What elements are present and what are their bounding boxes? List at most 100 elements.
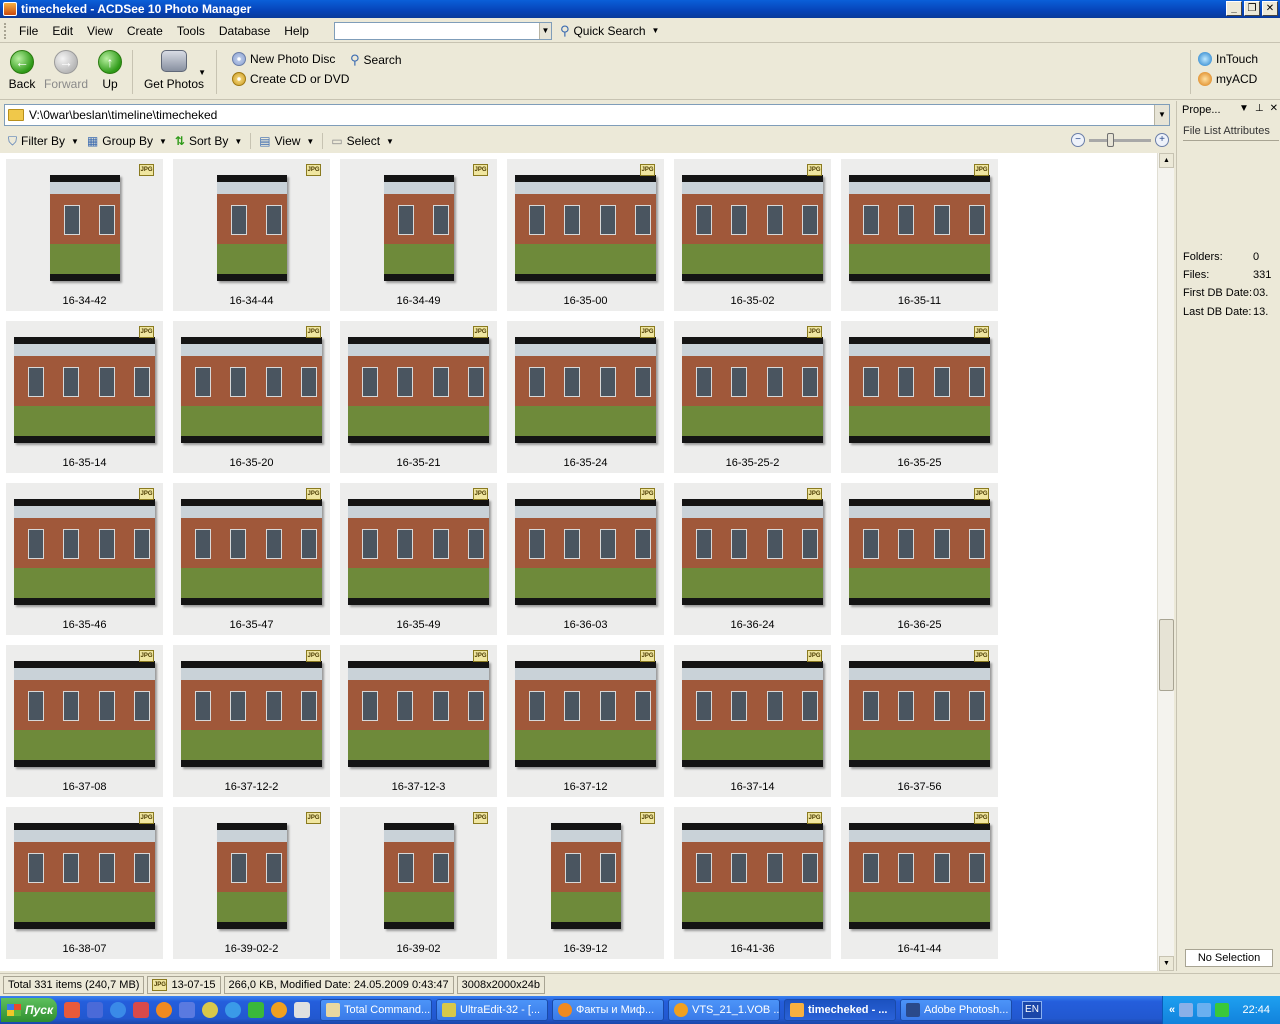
no-selection-tab[interactable]: No Selection bbox=[1185, 949, 1273, 967]
tray-monitor-icon[interactable] bbox=[1197, 1003, 1212, 1017]
filter-by-button[interactable]: ⛉ Filter By ▼ bbox=[8, 134, 79, 149]
zoom-slider[interactable] bbox=[1089, 132, 1151, 147]
sort-by-button[interactable]: ⇅ Sort By ▼ bbox=[175, 134, 242, 148]
taskbar-button[interactable]: Факты и Миф... bbox=[552, 999, 664, 1021]
scrollbar-thumb[interactable] bbox=[1159, 619, 1174, 691]
quick-search-input[interactable]: ▼ bbox=[333, 21, 552, 40]
thumbnail-item[interactable]: JPG 16-35-24 bbox=[507, 321, 664, 473]
thumbnail-item[interactable]: JPG 16-38-07 bbox=[6, 807, 163, 959]
intouch-button[interactable]: InTouch bbox=[1198, 52, 1258, 66]
quicklaunch-media-icon[interactable] bbox=[110, 1002, 126, 1018]
thumbnail-item[interactable]: JPG 16-37-12 bbox=[507, 645, 664, 797]
minimize-button[interactable]: _ bbox=[1226, 1, 1242, 16]
thumbnail-item[interactable]: JPG 16-39-12 bbox=[507, 807, 664, 959]
quick-search-dropdown-icon[interactable]: ▼ bbox=[538, 22, 551, 39]
thumbnail-label: 16-34-42 bbox=[62, 295, 107, 307]
thumbnail-item[interactable]: JPG 16-37-12-3 bbox=[340, 645, 497, 797]
menu-create[interactable]: Create bbox=[120, 24, 170, 38]
scroll-up-arrow-icon[interactable]: ▲ bbox=[1159, 153, 1174, 168]
menu-view[interactable]: View bbox=[80, 24, 120, 38]
thumbnail-item[interactable]: JPG 16-41-36 bbox=[674, 807, 831, 959]
view-mode-button[interactable]: ▤ View ▼ bbox=[259, 134, 314, 148]
thumbnail-label: 16-41-36 bbox=[730, 943, 775, 955]
create-cd-button[interactable]: Create CD or DVD bbox=[232, 72, 349, 86]
thumbnail-item[interactable]: JPG 16-35-00 bbox=[507, 159, 664, 311]
quicklaunch-doc-icon[interactable] bbox=[294, 1002, 310, 1018]
path-dropdown-icon[interactable]: ▼ bbox=[1154, 105, 1169, 125]
thumbnail-item[interactable]: JPG 16-37-56 bbox=[841, 645, 998, 797]
get-photos-button[interactable]: Get Photos ▼ bbox=[142, 50, 206, 91]
zoom-out-icon[interactable]: − bbox=[1071, 133, 1085, 147]
quicklaunch-ue-icon[interactable] bbox=[202, 1002, 218, 1018]
taskbar-button[interactable]: VTS_21_1.VOB ... bbox=[668, 999, 780, 1021]
close-button[interactable]: ✕ bbox=[1262, 1, 1278, 16]
myacd-button[interactable]: myACD bbox=[1198, 72, 1257, 86]
group-by-button[interactable]: ▦ Group By ▼ bbox=[87, 134, 167, 148]
up-button[interactable]: ↑ Up bbox=[94, 50, 126, 91]
thumbnail-item[interactable]: JPG 16-36-24 bbox=[674, 483, 831, 635]
thumbnail-item[interactable]: JPG 16-35-25-2 bbox=[674, 321, 831, 473]
quick-search-button[interactable]: ⚲ Quick Search ▼ bbox=[560, 23, 659, 39]
new-photo-disc-button[interactable]: New Photo Disc bbox=[232, 52, 335, 66]
file-list-attributes-tab[interactable]: File List Attributes bbox=[1183, 125, 1279, 141]
thumbnail-item[interactable]: JPG 16-37-08 bbox=[6, 645, 163, 797]
jpg-badge-icon: JPG bbox=[473, 650, 488, 662]
back-button[interactable]: ← Back bbox=[4, 50, 40, 91]
file-list[interactable]: JPG 16-34-42 JPG 16-34-44 JPG 16-34-49 JPG 16-3… bbox=[0, 153, 1157, 971]
thumbnail-item[interactable]: JPG 16-35-20 bbox=[173, 321, 330, 473]
thumbnail-item[interactable]: JPG 16-37-12-2 bbox=[173, 645, 330, 797]
thumbnail-item[interactable]: JPG 16-34-44 bbox=[173, 159, 330, 311]
menu-database[interactable]: Database bbox=[212, 24, 277, 38]
quicklaunch-globe-icon[interactable] bbox=[225, 1002, 241, 1018]
thumbnail-item[interactable]: JPG 16-37-14 bbox=[674, 645, 831, 797]
thumbnail-item[interactable]: JPG 16-36-25 bbox=[841, 483, 998, 635]
thumbnail-item[interactable]: JPG 16-35-14 bbox=[6, 321, 163, 473]
taskbar-button[interactable]: Total Command... bbox=[320, 999, 432, 1021]
menu-tools[interactable]: Tools bbox=[170, 24, 212, 38]
chevron-down-icon[interactable]: ▼ bbox=[198, 68, 206, 77]
zoom-in-icon[interactable]: + bbox=[1155, 133, 1169, 147]
pin-icon[interactable]: ⊥ bbox=[1255, 103, 1264, 114]
tray-expand-icon[interactable]: « bbox=[1169, 1004, 1175, 1016]
file-list-scrollbar[interactable]: ▲ ▼ bbox=[1157, 153, 1174, 971]
pane-menu-icon[interactable]: ▼ bbox=[1239, 103, 1249, 114]
taskbar-button[interactable]: timecheked - ... bbox=[784, 999, 896, 1021]
start-button[interactable]: Пуск bbox=[1, 998, 57, 1022]
menu-help[interactable]: Help bbox=[277, 24, 316, 38]
forward-button[interactable]: → Forward bbox=[44, 50, 88, 91]
thumbnail-item[interactable]: JPG 16-39-02 bbox=[340, 807, 497, 959]
taskbar-button[interactable]: Adobe Photosh... bbox=[900, 999, 1012, 1021]
quicklaunch-orb-icon[interactable] bbox=[271, 1002, 287, 1018]
quicklaunch-check-icon[interactable] bbox=[248, 1002, 264, 1018]
thumbnail-item[interactable]: JPG 16-35-11 bbox=[841, 159, 998, 311]
quicklaunch-save-icon[interactable] bbox=[87, 1002, 103, 1018]
thumbnail-item[interactable]: JPG 16-39-02-2 bbox=[173, 807, 330, 959]
close-pane-icon[interactable]: ✕ bbox=[1270, 103, 1278, 114]
quicklaunch-tool-icon[interactable] bbox=[133, 1002, 149, 1018]
thumbnail-item[interactable]: JPG 16-35-49 bbox=[340, 483, 497, 635]
quicklaunch-editor-icon[interactable] bbox=[179, 1002, 195, 1018]
thumbnail-item[interactable]: JPG 16-35-46 bbox=[6, 483, 163, 635]
taskbar-button[interactable]: UltraEdit-32 - [... bbox=[436, 999, 548, 1021]
thumbnail-item[interactable]: JPG 16-34-42 bbox=[6, 159, 163, 311]
thumbnail-item[interactable]: JPG 16-35-21 bbox=[340, 321, 497, 473]
search-button[interactable]: ⚲ Search bbox=[350, 52, 402, 68]
tray-sync-icon[interactable] bbox=[1215, 1003, 1230, 1017]
select-button[interactable]: ▭ Select ▼ bbox=[331, 134, 394, 148]
language-indicator[interactable]: EN bbox=[1022, 1001, 1042, 1019]
thumbnail-item[interactable]: JPG 16-36-03 bbox=[507, 483, 664, 635]
path-input[interactable]: V:\0war\beslan\timeline\timecheked ▼ bbox=[4, 104, 1170, 126]
scroll-down-arrow-icon[interactable]: ▼ bbox=[1159, 956, 1174, 971]
thumbnail-item[interactable]: JPG 16-35-02 bbox=[674, 159, 831, 311]
menu-file[interactable]: File bbox=[12, 24, 45, 38]
quicklaunch-firefox-icon[interactable] bbox=[156, 1002, 172, 1018]
tray-network-icon[interactable] bbox=[1179, 1003, 1194, 1017]
restore-button[interactable]: ❐ bbox=[1244, 1, 1260, 16]
quicklaunch-browser-icon[interactable] bbox=[64, 1002, 80, 1018]
thumbnail-item[interactable]: JPG 16-34-49 bbox=[340, 159, 497, 311]
thumbnail-item[interactable]: JPG 16-41-44 bbox=[841, 807, 998, 959]
zoom-slider-thumb[interactable] bbox=[1107, 132, 1114, 147]
menu-edit[interactable]: Edit bbox=[45, 24, 80, 38]
thumbnail-item[interactable]: JPG 16-35-47 bbox=[173, 483, 330, 635]
thumbnail-item[interactable]: JPG 16-35-25 bbox=[841, 321, 998, 473]
